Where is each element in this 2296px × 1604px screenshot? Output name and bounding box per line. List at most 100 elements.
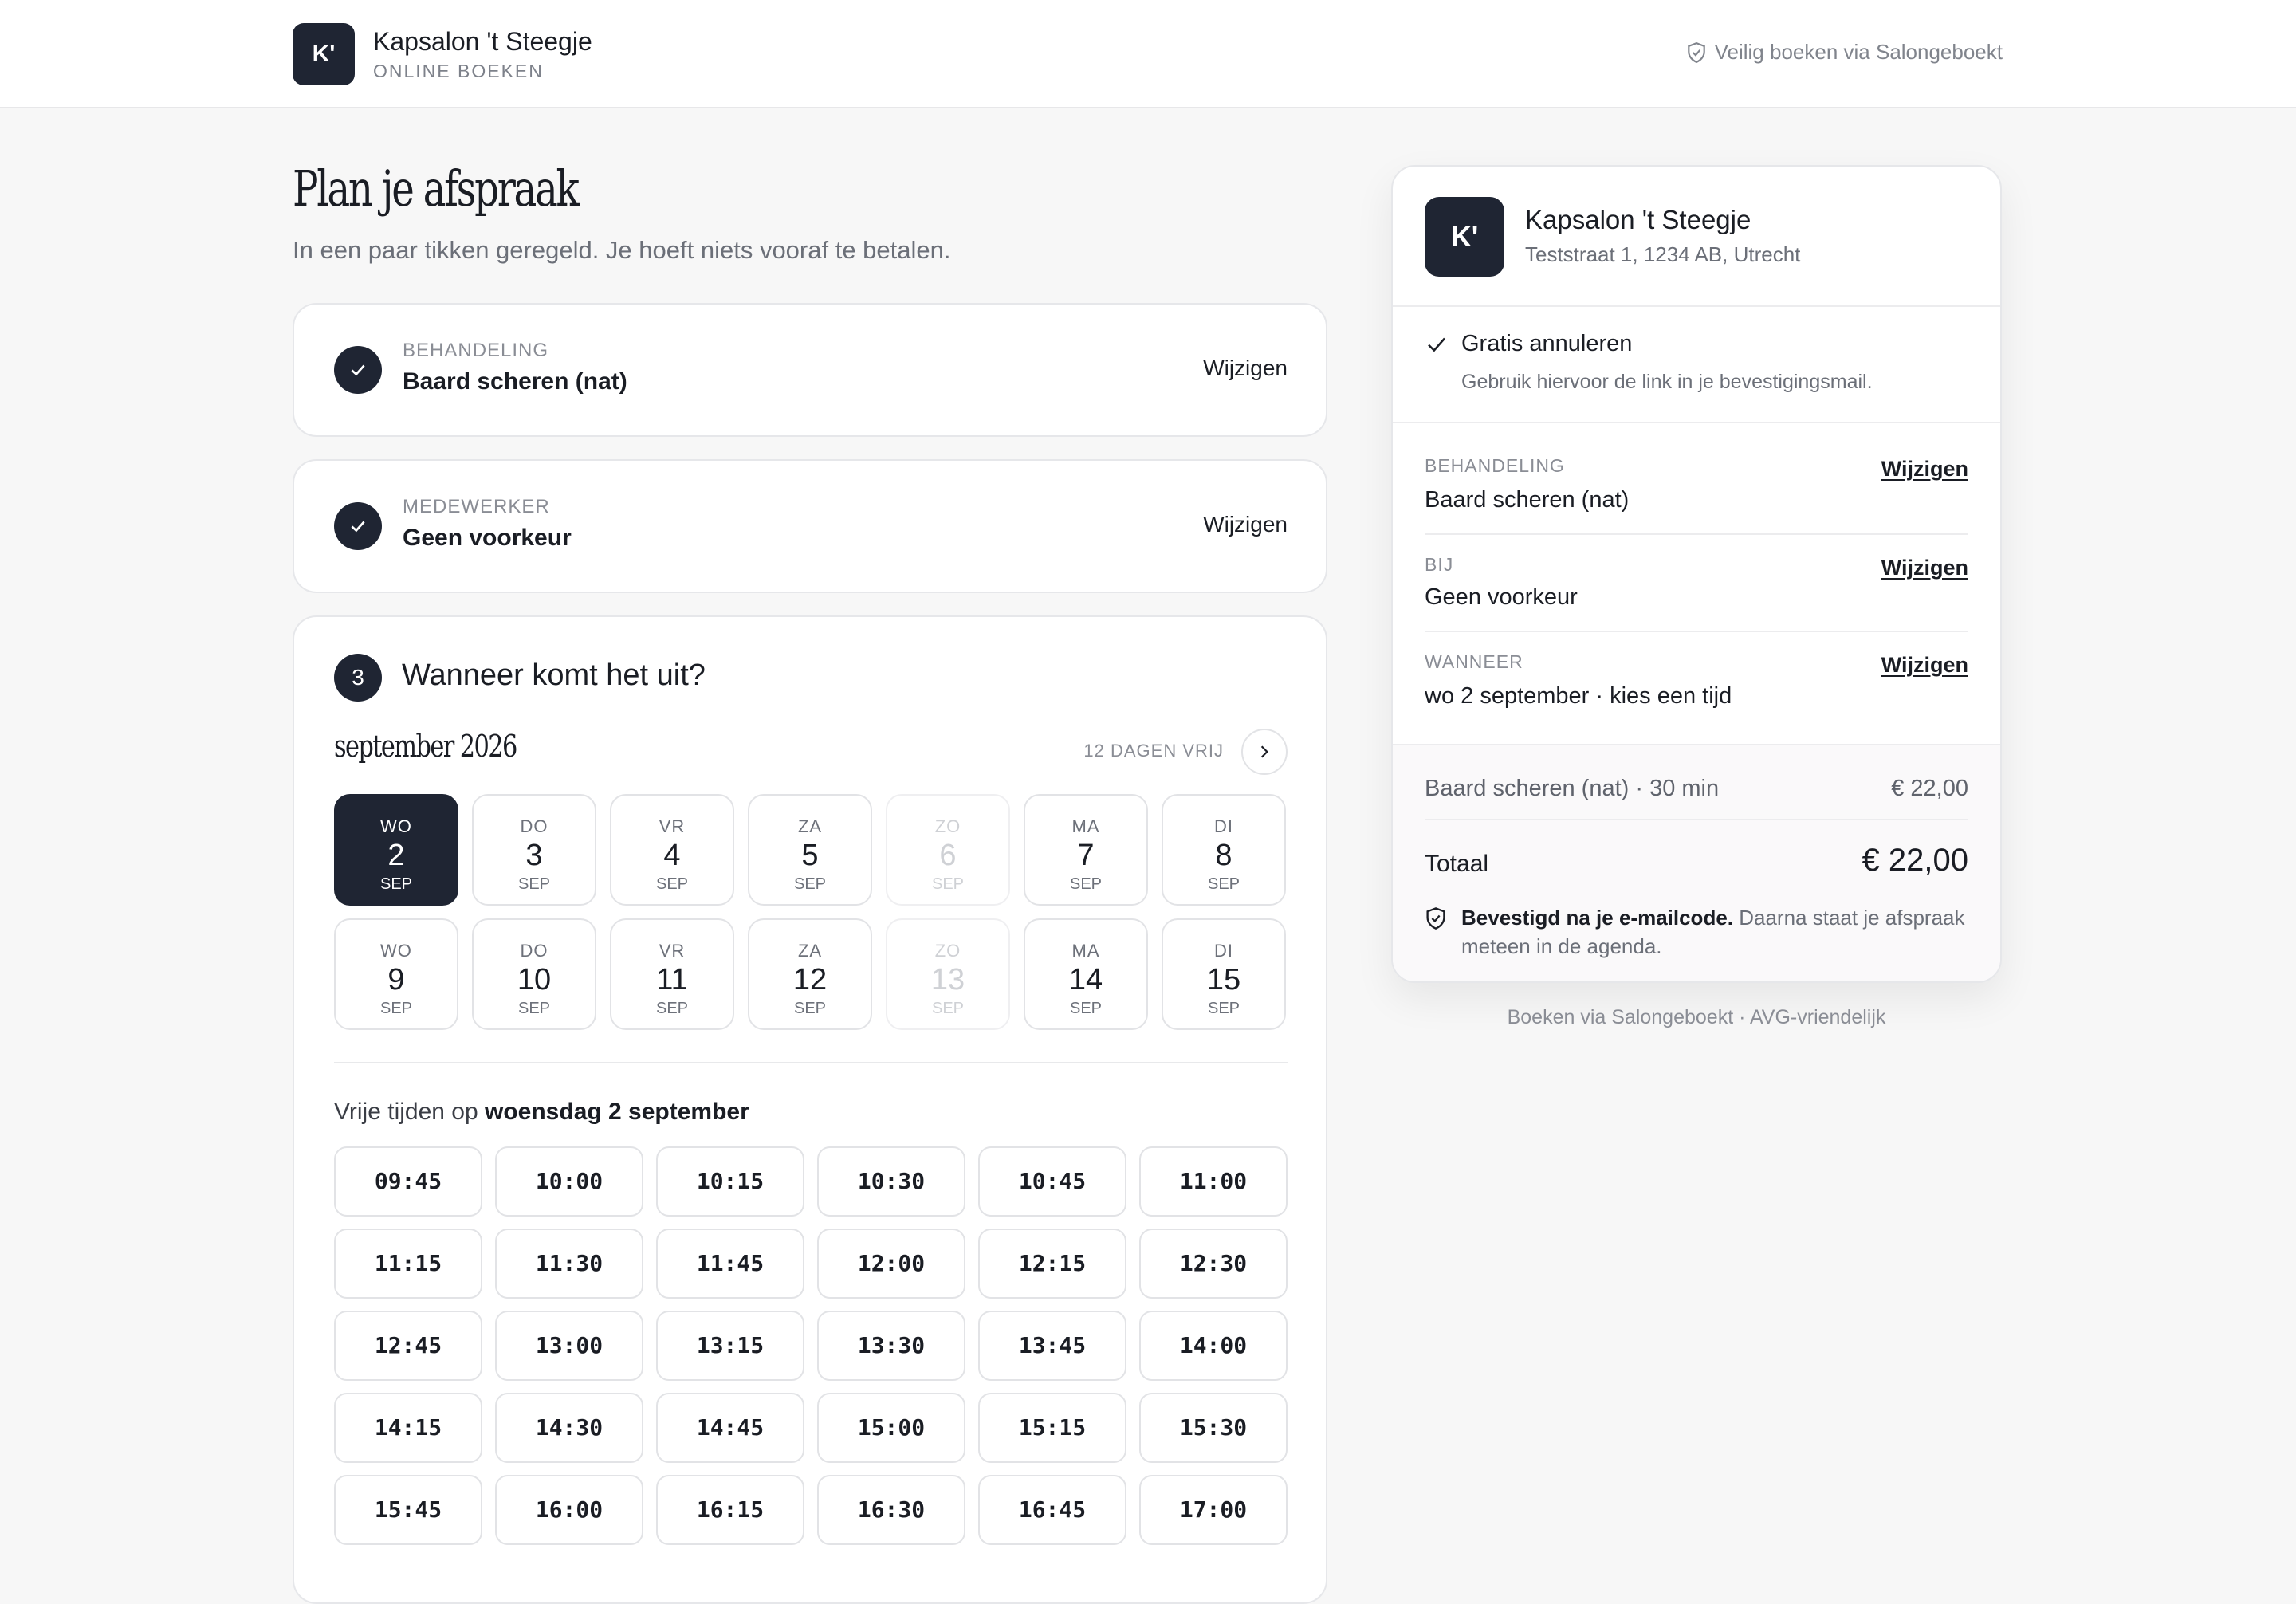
summary-eyebrow: WANNEER bbox=[1425, 651, 1523, 672]
header-subtitle: ONLINE BOEKEN bbox=[373, 61, 544, 81]
day-month: SEP bbox=[793, 1000, 827, 1017]
day-weekday: DO bbox=[520, 816, 548, 836]
day-number: 11 bbox=[656, 963, 688, 997]
day-weekday: MA bbox=[1071, 941, 1100, 961]
calendar-day[interactable]: MA 7 SEP bbox=[1024, 794, 1148, 906]
day-month: SEP bbox=[1207, 1000, 1240, 1017]
time-slot-button[interactable]: 15:30 bbox=[1139, 1393, 1288, 1463]
free-times-prefix: Vrije tijden op bbox=[334, 1099, 478, 1125]
cancel-text: Gebruik hiervoor de link in je bevestigi… bbox=[1461, 371, 1873, 393]
summary-edit-when-link[interactable]: Wijzigen bbox=[1881, 653, 1968, 678]
time-slot-button[interactable]: 13:45 bbox=[978, 1311, 1126, 1381]
time-slot-button[interactable]: 12:45 bbox=[334, 1311, 482, 1381]
time-slot-button[interactable]: 10:45 bbox=[978, 1146, 1126, 1217]
days-free-count: 12 DAGEN VRIJ bbox=[1083, 741, 1224, 761]
salon-name: Kapsalon 't Steegje bbox=[373, 27, 592, 56]
edit-treatment-button[interactable]: Wijzigen bbox=[1203, 356, 1288, 381]
time-slot-button[interactable]: 16:30 bbox=[817, 1475, 965, 1545]
day-number: 12 bbox=[792, 963, 828, 997]
time-slot-button[interactable]: 11:30 bbox=[495, 1229, 643, 1299]
divider bbox=[1425, 533, 1968, 535]
next-week-button[interactable] bbox=[1241, 729, 1288, 775]
summary-salon-address: Teststraat 1, 1234 AB, Utrecht bbox=[1525, 242, 1801, 266]
day-month: SEP bbox=[1207, 875, 1240, 893]
calendar-day[interactable]: WO 9 SEP bbox=[334, 918, 458, 1030]
day-number: 5 bbox=[801, 839, 819, 872]
free-times-day: woensdag 2 september bbox=[485, 1099, 749, 1125]
divider bbox=[1393, 305, 2000, 307]
time-slot-button[interactable]: 14:30 bbox=[495, 1393, 643, 1463]
step-eyebrow: BEHANDELING bbox=[403, 340, 549, 361]
day-number: 10 bbox=[517, 963, 552, 997]
day-month: SEP bbox=[379, 875, 413, 893]
step-when-title: Wanneer komt het uit? bbox=[402, 659, 706, 692]
time-slot-button[interactable]: 17:00 bbox=[1139, 1475, 1288, 1545]
time-slot-button[interactable]: 14:45 bbox=[656, 1393, 804, 1463]
time-slot-button[interactable]: 10:15 bbox=[656, 1146, 804, 1217]
time-slot-button[interactable]: 15:00 bbox=[817, 1393, 965, 1463]
time-slot-button[interactable]: 11:45 bbox=[656, 1229, 804, 1299]
time-slot-button[interactable]: 16:45 bbox=[978, 1475, 1126, 1545]
time-slot-button[interactable]: 13:30 bbox=[817, 1311, 965, 1381]
free-times-title: Vrije tijden op woensdag 2 september bbox=[334, 1099, 749, 1126]
day-number: 4 bbox=[663, 839, 681, 872]
step-treatment: BEHANDELING Baard scheren (nat) Wijzigen bbox=[293, 303, 1327, 437]
time-slot-button[interactable]: 16:00 bbox=[495, 1475, 643, 1545]
day-number: 9 bbox=[387, 963, 405, 997]
day-number: 6 bbox=[939, 839, 957, 872]
time-slot-button[interactable]: 09:45 bbox=[334, 1146, 482, 1217]
time-slot-button[interactable]: 11:15 bbox=[334, 1229, 482, 1299]
check-icon bbox=[1428, 337, 1445, 352]
summary-value: wo 2 september · kies een tijd bbox=[1425, 683, 1732, 709]
day-number: 14 bbox=[1068, 963, 1103, 997]
chevron-right-icon bbox=[1260, 745, 1268, 758]
day-month: SEP bbox=[793, 875, 827, 893]
time-slot-button[interactable]: 16:15 bbox=[656, 1475, 804, 1545]
day-number: 15 bbox=[1206, 963, 1241, 997]
summary-value: Geen voorkeur bbox=[1425, 584, 1578, 610]
divider bbox=[1425, 819, 1968, 820]
day-weekday: WO bbox=[380, 941, 412, 961]
calendar-day[interactable]: VR 4 SEP bbox=[610, 794, 734, 906]
edit-employee-button[interactable]: Wijzigen bbox=[1203, 512, 1288, 537]
page-lead: In een paar tikken geregeld. Je hoeft ni… bbox=[293, 236, 951, 264]
time-slot-button[interactable]: 14:15 bbox=[334, 1393, 482, 1463]
time-slot-button[interactable]: 13:15 bbox=[656, 1311, 804, 1381]
calendar-day[interactable]: WO 2 SEP bbox=[334, 794, 458, 906]
time-slot-button[interactable]: 15:15 bbox=[978, 1393, 1126, 1463]
day-weekday: DO bbox=[520, 941, 548, 961]
summary-eyebrow: BIJ bbox=[1425, 554, 1454, 575]
booking-summary: K' Kapsalon 't Steegje Teststraat 1, 123… bbox=[1391, 165, 2002, 983]
day-weekday: VR bbox=[659, 816, 686, 836]
time-slot-button[interactable]: 15:45 bbox=[334, 1475, 482, 1545]
day-month: SEP bbox=[379, 1000, 413, 1017]
time-slot-button[interactable]: 14:00 bbox=[1139, 1311, 1288, 1381]
day-month: SEP bbox=[517, 1000, 551, 1017]
divider bbox=[1393, 422, 2000, 423]
divider bbox=[334, 1062, 1288, 1063]
time-slot-button[interactable]: 12:00 bbox=[817, 1229, 965, 1299]
time-slot-button[interactable]: 10:30 bbox=[817, 1146, 965, 1217]
summary-edit-employee-link[interactable]: Wijzigen bbox=[1881, 556, 1968, 580]
time-slot-button[interactable]: 10:00 bbox=[495, 1146, 643, 1217]
summary-edit-treatment-link[interactable]: Wijzigen bbox=[1881, 457, 1968, 482]
calendar-day[interactable]: DO 3 SEP bbox=[472, 794, 596, 906]
calendar-day: ZO 13 SEP bbox=[886, 918, 1010, 1030]
day-number: 7 bbox=[1077, 839, 1095, 872]
time-slot-button[interactable]: 12:30 bbox=[1139, 1229, 1288, 1299]
time-slot-button[interactable]: 11:00 bbox=[1139, 1146, 1288, 1217]
calendar-day[interactable]: DO 10 SEP bbox=[472, 918, 596, 1030]
time-slot-button[interactable]: 13:00 bbox=[495, 1311, 643, 1381]
line-item-price: € 22,00 bbox=[1891, 776, 1968, 801]
summary-salon-name: Kapsalon 't Steegje bbox=[1525, 205, 1751, 234]
calendar-day[interactable]: VR 11 SEP bbox=[610, 918, 734, 1030]
calendar-day[interactable]: ZA 5 SEP bbox=[748, 794, 872, 906]
time-slot-button[interactable]: 12:15 bbox=[978, 1229, 1126, 1299]
secure-booking-note: Veilig boeken via Salongeboekt bbox=[1686, 40, 2003, 65]
day-weekday: ZA bbox=[797, 941, 823, 961]
calendar-day[interactable]: MA 14 SEP bbox=[1024, 918, 1148, 1030]
day-weekday: VR bbox=[659, 941, 686, 961]
calendar-day[interactable]: DI 15 SEP bbox=[1162, 918, 1286, 1030]
calendar-day[interactable]: DI 8 SEP bbox=[1162, 794, 1286, 906]
calendar-day[interactable]: ZA 12 SEP bbox=[748, 918, 872, 1030]
